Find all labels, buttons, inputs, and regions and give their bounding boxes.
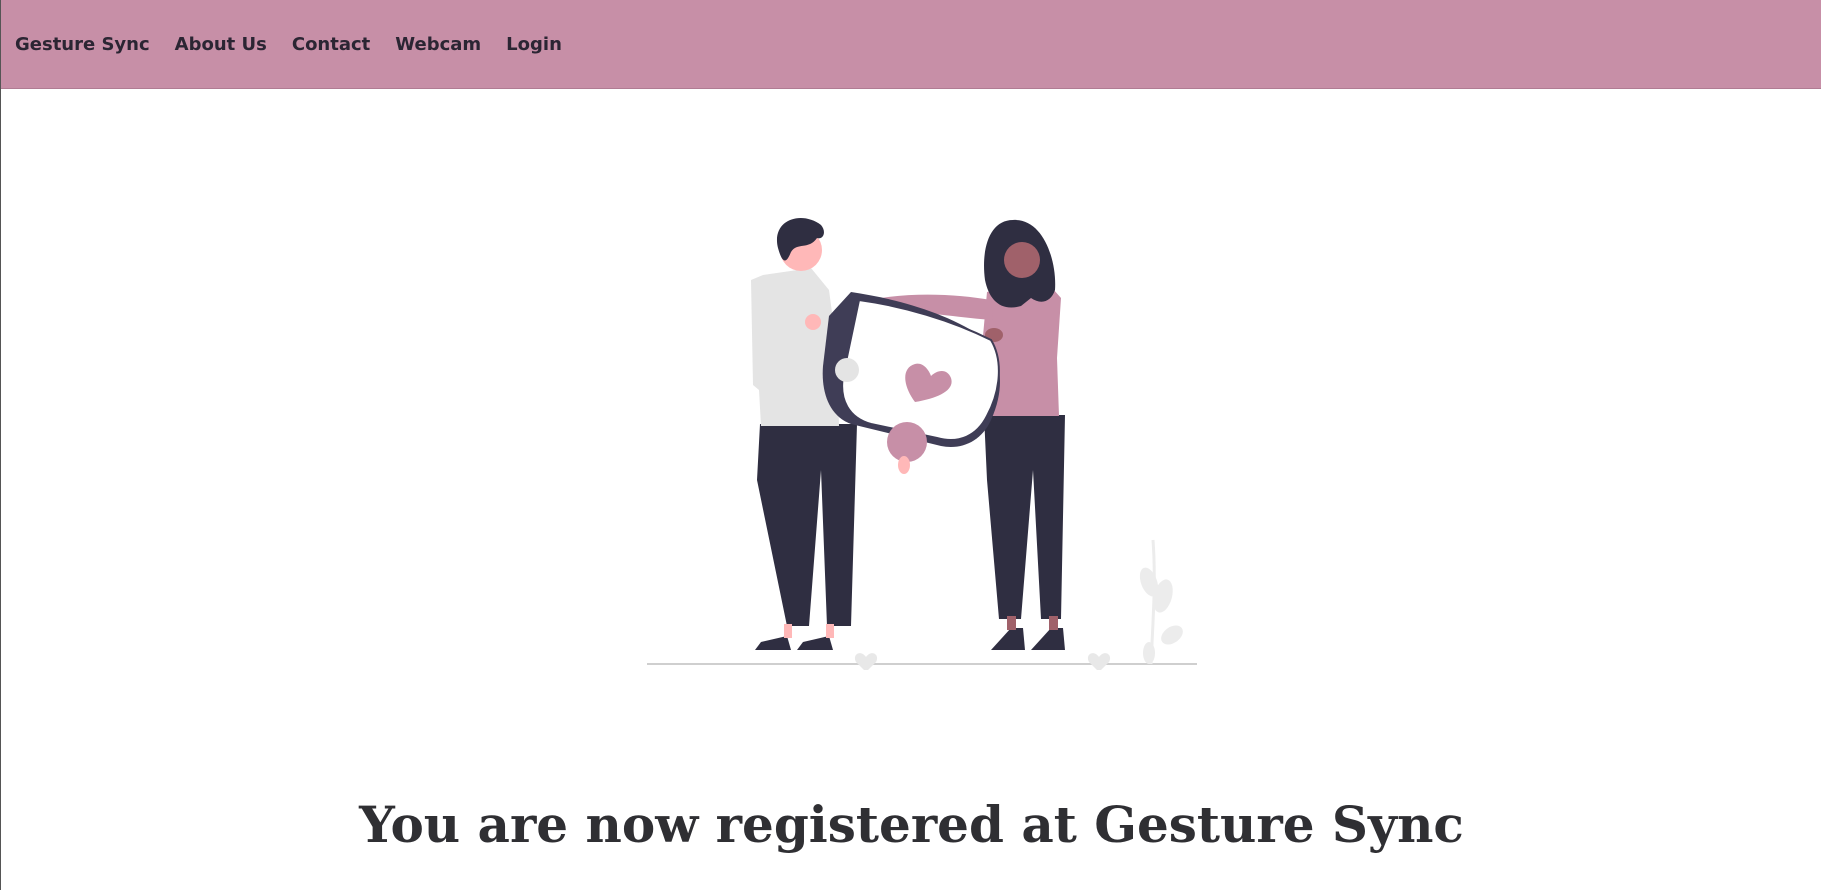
plant-decoration <box>1139 539 1183 665</box>
nav-brand-link[interactable]: Gesture Sync <box>15 34 150 55</box>
ground-heart-right <box>1088 653 1110 670</box>
ground-heart-left <box>855 653 877 670</box>
top-navbar: Gesture Sync About Us Contact Webcam Log… <box>1 0 1821 89</box>
page: Gesture Sync About Us Contact Webcam Log… <box>0 0 1821 890</box>
man-figure <box>751 218 857 650</box>
puzzle-knob-left <box>835 358 859 382</box>
registration-success-heading: You are now registered at Gesture Sync <box>359 795 1464 854</box>
puzzle-knob-bottom <box>887 422 927 462</box>
nav-link-contact[interactable]: Contact <box>292 34 370 55</box>
nav-link-login[interactable]: Login <box>506 34 562 55</box>
registration-illustration <box>647 218 1197 670</box>
nav-link-about-us[interactable]: About Us <box>175 34 267 55</box>
nav-link-webcam[interactable]: Webcam <box>395 34 481 55</box>
